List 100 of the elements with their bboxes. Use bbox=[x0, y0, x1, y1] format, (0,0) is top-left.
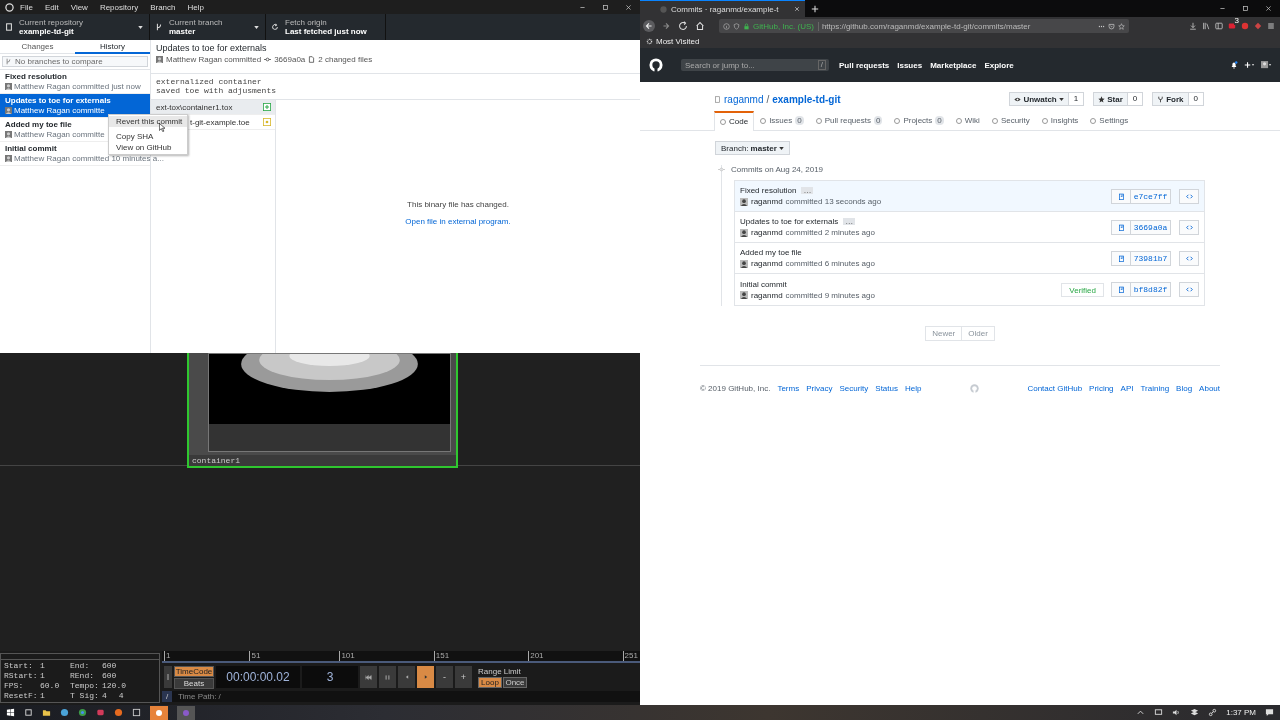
commit-title[interactable]: Updates to toe for externals bbox=[740, 217, 839, 226]
time-mode-button[interactable]: Beats bbox=[174, 677, 214, 689]
home-icon[interactable] bbox=[694, 20, 706, 32]
new-tab-icon[interactable] bbox=[811, 4, 819, 13]
sidebar-icon[interactable] bbox=[1215, 22, 1223, 30]
commit-item[interactable]: Updates to toe for externals Matthew Ragan committe bbox=[0, 94, 150, 118]
author-link[interactable]: raganmd bbox=[751, 259, 783, 268]
footer-link[interactable]: Pricing bbox=[1089, 384, 1114, 393]
nav-link[interactable]: Pull requests bbox=[839, 60, 890, 70]
download-icon[interactable] bbox=[1189, 22, 1197, 30]
repo-tab[interactable]: Wiki bbox=[949, 111, 986, 130]
toolbar-button[interactable]: Current branch master bbox=[150, 14, 266, 40]
speaker-icon[interactable] bbox=[1172, 708, 1182, 717]
footer-link[interactable]: Privacy bbox=[806, 384, 833, 393]
commit-title[interactable]: Added my toe file bbox=[740, 248, 802, 257]
clock[interactable]: 1:37 PM bbox=[1226, 708, 1256, 717]
footer-link[interactable]: Terms bbox=[777, 384, 800, 393]
reload-icon[interactable] bbox=[677, 20, 689, 32]
footer-link[interactable]: Status bbox=[875, 384, 898, 393]
expand-button[interactable]: … bbox=[801, 187, 814, 194]
library-icon[interactable] bbox=[1202, 22, 1210, 30]
logo-icon[interactable] bbox=[649, 58, 663, 72]
star-icon[interactable] bbox=[1118, 22, 1125, 30]
sha-link[interactable]: e7ce7ff bbox=[1131, 188, 1171, 204]
bell-icon[interactable] bbox=[1230, 61, 1238, 69]
repo-tab[interactable]: Pull requests 0 bbox=[809, 111, 889, 130]
menu-item[interactable]: Repository bbox=[93, 2, 145, 12]
author-link[interactable]: raganmd bbox=[751, 228, 783, 237]
close-icon[interactable] bbox=[625, 3, 632, 11]
author-link[interactable]: raganmd bbox=[751, 197, 783, 206]
transport-button[interactable] bbox=[360, 666, 377, 688]
folder-icon[interactable] bbox=[42, 708, 51, 717]
range-mode-button[interactable]: Loop bbox=[478, 676, 502, 688]
copy-button[interactable] bbox=[1111, 250, 1131, 266]
grip-icon[interactable] bbox=[164, 666, 172, 688]
repo-tab[interactable]: Code bbox=[714, 111, 755, 131]
commit-title[interactable]: Fixed resolution bbox=[740, 186, 797, 195]
menu-icon[interactable] bbox=[1267, 22, 1275, 30]
open-external-link[interactable]: Open file in external program. bbox=[405, 217, 511, 226]
tab[interactable]: History bbox=[75, 40, 150, 54]
transport-button[interactable]: + bbox=[455, 666, 472, 688]
container-node[interactable]: container1 bbox=[187, 353, 458, 468]
footer-link[interactable]: Training bbox=[1140, 384, 1170, 393]
menu-item[interactable]: Help bbox=[181, 2, 210, 12]
footer-link[interactable]: About bbox=[1199, 384, 1220, 393]
nav-link[interactable]: Explore bbox=[984, 60, 1014, 70]
time-mode-button[interactable]: TimeCode bbox=[174, 665, 214, 677]
repo-action-button[interactable]: Fork bbox=[1152, 92, 1189, 106]
sha-link[interactable]: 3669a0a bbox=[1131, 219, 1171, 235]
menu-item[interactable]: File bbox=[14, 2, 39, 12]
app-icon[interactable] bbox=[1208, 708, 1218, 717]
avatar-icon[interactable] bbox=[1261, 61, 1272, 69]
plus-icon[interactable] bbox=[1244, 61, 1255, 69]
menu-item[interactable]: Branch bbox=[144, 2, 182, 12]
transport-button[interactable]: - bbox=[436, 666, 453, 688]
footer-link[interactable]: Contact GitHub bbox=[1027, 384, 1083, 393]
path-button[interactable]: / bbox=[162, 691, 172, 702]
footer-link[interactable]: Security bbox=[839, 384, 869, 393]
tab[interactable]: Changes bbox=[0, 40, 75, 54]
sha-link[interactable]: bf8d82f bbox=[1131, 282, 1171, 297]
nav-link[interactable]: Marketplace bbox=[930, 60, 977, 70]
back-icon[interactable] bbox=[643, 20, 655, 32]
repo-tab[interactable]: Security bbox=[985, 111, 1036, 130]
bookmark-folder[interactable]: Most Visited bbox=[646, 37, 700, 46]
task-view-icon[interactable] bbox=[24, 708, 33, 717]
menu-item[interactable]: Edit bbox=[38, 2, 65, 12]
timeline-ruler[interactable]: 1 51 101 151 201 251 bbox=[162, 651, 640, 663]
menu-item[interactable]: Revert this commit bbox=[109, 116, 187, 127]
toolbar-button[interactable]: Current repository example-td-git bbox=[0, 14, 150, 40]
minimize-icon[interactable] bbox=[1219, 5, 1226, 12]
nav-link[interactable]: Issues bbox=[897, 60, 923, 70]
start-icon[interactable] bbox=[6, 708, 15, 717]
box-icon[interactable] bbox=[1190, 708, 1200, 717]
notification-icon[interactable] bbox=[1265, 708, 1274, 717]
toolbar-button[interactable]: Fetch origin Last fetched just now bbox=[266, 14, 386, 40]
footer-link[interactable]: Blog bbox=[1176, 384, 1193, 393]
repository-link[interactable]: example-td-git bbox=[772, 93, 841, 105]
repo-tab[interactable]: Insights bbox=[1035, 111, 1085, 130]
branch-select[interactable]: Branch: master bbox=[715, 141, 790, 155]
forward-icon[interactable] bbox=[660, 20, 672, 32]
maximize-icon[interactable] bbox=[602, 3, 609, 11]
copy-button[interactable] bbox=[1111, 188, 1131, 204]
expand-button[interactable]: … bbox=[843, 218, 856, 225]
menu-item[interactable]: View bbox=[64, 2, 94, 12]
compare-field[interactable]: No branches to compare bbox=[2, 56, 148, 67]
repo-tab[interactable]: Settings bbox=[1084, 111, 1135, 130]
repo-action-button[interactable]: Unwatch bbox=[1009, 92, 1069, 106]
maximize-icon[interactable] bbox=[1242, 5, 1249, 12]
commit-title[interactable]: Initial commit bbox=[740, 279, 787, 289]
author-link[interactable]: raganmd bbox=[751, 290, 783, 300]
sha-link[interactable]: 73981b7 bbox=[1131, 250, 1171, 266]
repo-action-button[interactable]: Star bbox=[1093, 92, 1128, 106]
changed-file-row[interactable]: ext-tox\container1.tox bbox=[151, 100, 275, 115]
app-icon[interactable] bbox=[150, 705, 168, 720]
close-icon[interactable] bbox=[1265, 5, 1272, 12]
address-bar[interactable]: GitHub, Inc. (US) https://github.com/raganmd/example-td-git/commits/master bbox=[719, 19, 1129, 33]
footer-link[interactable]: Help bbox=[905, 384, 922, 393]
owner-link[interactable]: raganmd bbox=[724, 93, 764, 105]
repo-tab[interactable]: Issues 0 bbox=[754, 111, 810, 130]
chevron-up-icon[interactable] bbox=[1136, 708, 1146, 717]
